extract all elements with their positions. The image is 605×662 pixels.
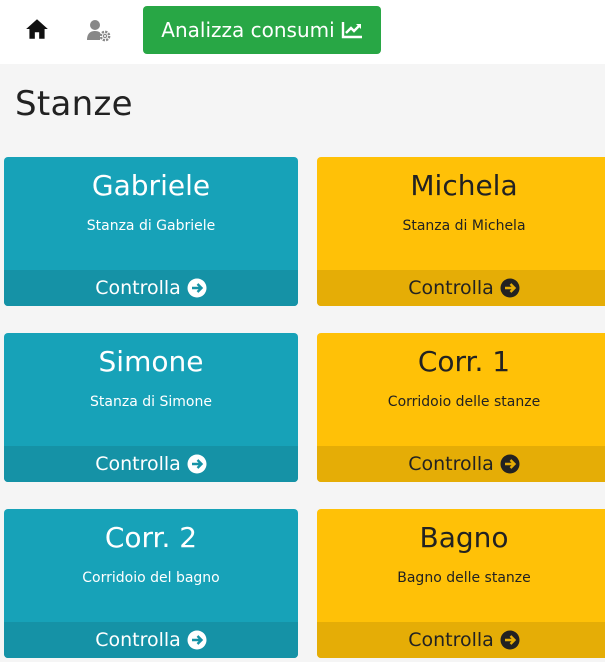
- analyze-button-label: Analizza consumi: [161, 18, 335, 42]
- room-card-bagno: Bagno Bagno delle stanze Controlla: [317, 509, 605, 658]
- user-cog-icon[interactable]: [86, 17, 112, 43]
- room-description: Stanza di Gabriele: [86, 218, 216, 234]
- check-room-button[interactable]: Controlla: [317, 270, 605, 306]
- room-card-michela: Michela Stanza di Michela Controlla: [317, 157, 605, 306]
- check-room-button[interactable]: Controlla: [4, 622, 298, 658]
- room-name: Simone: [98, 345, 204, 378]
- arrow-circle-right-icon: [187, 630, 207, 650]
- chart-line-icon: [341, 22, 362, 39]
- check-room-label: Controlla: [408, 277, 494, 299]
- check-room-label: Controlla: [408, 629, 494, 651]
- room-description: Stanza di Michela: [402, 218, 526, 234]
- check-room-button[interactable]: Controlla: [317, 446, 605, 482]
- room-card-simone: Simone Stanza di Simone Controlla: [4, 333, 298, 482]
- arrow-circle-right-icon: [500, 454, 520, 474]
- arrow-circle-right-icon: [187, 454, 207, 474]
- top-navbar: Analizza consumi: [0, 0, 605, 64]
- check-room-button[interactable]: Controlla: [317, 622, 605, 658]
- page-title: Stanze: [15, 84, 133, 124]
- room-description: Corridoio del bagno: [82, 570, 220, 586]
- room-card-corr-1: Corr. 1 Corridoio delle stanze Controlla: [317, 333, 605, 482]
- check-room-button[interactable]: Controlla: [4, 270, 298, 306]
- arrow-circle-right-icon: [187, 278, 207, 298]
- room-name: Corr. 1: [417, 345, 511, 378]
- room-name: Bagno: [419, 521, 509, 554]
- room-name: Gabriele: [91, 169, 211, 202]
- check-room-label: Controlla: [95, 453, 181, 475]
- check-room-label: Controlla: [408, 453, 494, 475]
- check-room-button[interactable]: Controlla: [4, 446, 298, 482]
- room-description: Bagno delle stanze: [397, 570, 531, 586]
- arrow-circle-right-icon: [500, 630, 520, 650]
- home-icon[interactable]: [24, 16, 50, 42]
- check-room-label: Controlla: [95, 277, 181, 299]
- check-room-label: Controlla: [95, 629, 181, 651]
- room-description: Stanza di Simone: [90, 394, 212, 410]
- analyze-consumption-button[interactable]: Analizza consumi: [143, 6, 381, 54]
- room-card-corr-2: Corr. 2 Corridoio del bagno Controlla: [4, 509, 298, 658]
- arrow-circle-right-icon: [500, 278, 520, 298]
- room-card-gabriele: Gabriele Stanza di Gabriele Controlla: [4, 157, 298, 306]
- room-name: Corr. 2: [104, 521, 198, 554]
- room-description: Corridoio delle stanze: [387, 394, 541, 410]
- room-name: Michela: [410, 169, 518, 202]
